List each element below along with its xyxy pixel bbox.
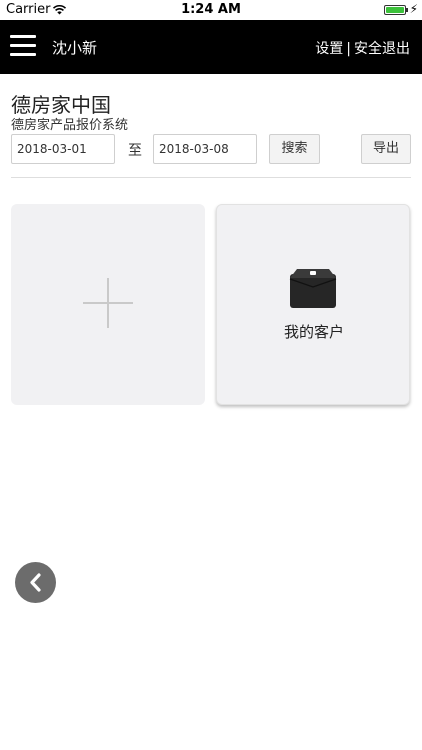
chevron-left-icon xyxy=(30,573,41,592)
battery-icon xyxy=(384,5,408,15)
search-button[interactable]: 搜索 xyxy=(269,134,320,164)
top-nav-bar: 沈小新 设置 | 安全退出 xyxy=(0,20,422,74)
date-range-to-label: 至 xyxy=(128,143,142,159)
export-button[interactable]: 导出 xyxy=(361,134,411,164)
nav-actions: 设置 | 安全退出 xyxy=(315,38,410,58)
wallet-icon xyxy=(289,269,337,308)
divider xyxy=(11,177,411,178)
hamburger-menu-icon[interactable] xyxy=(10,35,36,57)
settings-link[interactable]: 设置 xyxy=(315,41,343,57)
status-time: 1:24 AM xyxy=(181,2,241,17)
add-tile[interactable] xyxy=(11,204,205,405)
charging-icon: ⚡ xyxy=(409,2,418,16)
my-customers-label: 我的客户 xyxy=(283,323,344,341)
start-date-input[interactable]: 2018-03-01 xyxy=(11,134,115,164)
plus-icon-vertical xyxy=(107,278,109,328)
nav-separator: | xyxy=(346,41,351,57)
user-name: 沈小新 xyxy=(52,39,98,57)
back-button[interactable] xyxy=(15,562,56,603)
logout-link[interactable]: 安全退出 xyxy=(354,41,410,57)
status-bar: Carrier 1:24 AM ⚡ xyxy=(0,0,422,20)
end-date-input[interactable]: 2018-03-08 xyxy=(153,134,257,164)
system-name: 德房家产品报价系统 xyxy=(11,118,129,133)
my-customers-tile[interactable]: 我的客户 xyxy=(216,204,410,405)
